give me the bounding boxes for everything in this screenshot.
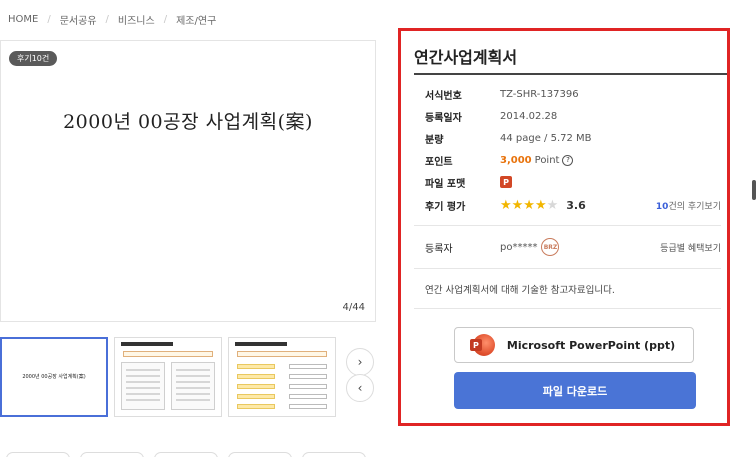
info-value: P xyxy=(500,176,512,188)
review-link-label: 건의 후기보기 xyxy=(668,201,721,212)
info-value: po***** BRZ xyxy=(500,238,560,256)
scrollbar-thumb[interactable] xyxy=(752,180,756,200)
thumbnail-title: 2000년 00공장 사업계획(案) xyxy=(22,374,86,380)
powerpoint-app-icon: P xyxy=(469,334,495,356)
tag-pill[interactable] xyxy=(154,452,218,457)
thumbnail-page-1[interactable]: 2000년 00공장 사업계획(案) xyxy=(0,337,108,417)
download-button[interactable]: 파일 다운로드 xyxy=(454,372,696,409)
breadcrumb-business[interactable]: 비즈니스 xyxy=(118,12,155,27)
section-divider xyxy=(414,268,721,269)
grade-badge-icon: BRZ xyxy=(541,238,560,256)
info-value: ★★★★★ 3.6 xyxy=(500,198,586,213)
breadcrumb-separator: / xyxy=(47,14,51,25)
view-reviews-link[interactable]: 10건의 후기보기 xyxy=(656,199,721,212)
breadcrumb: HOME / 문서공유 / 비즈니스 / 제조/연구 xyxy=(8,12,216,27)
info-value: 2014.02.28 xyxy=(500,110,558,122)
section-divider xyxy=(414,308,721,309)
info-label: 서식번호 xyxy=(425,90,462,102)
section-divider xyxy=(414,225,721,226)
info-row-points: 포인트 3,000 Point ? xyxy=(425,152,721,168)
help-icon[interactable]: ? xyxy=(562,154,574,166)
info-row-size: 분량 44 page / 5.72 MB xyxy=(425,130,721,146)
title-divider xyxy=(414,73,727,75)
info-label: 후기 평가 xyxy=(425,201,466,213)
tag-pill[interactable] xyxy=(80,452,144,457)
review-count: 10 xyxy=(655,201,669,212)
breadcrumb-docshare[interactable]: 문서공유 xyxy=(60,12,97,27)
breadcrumb-separator: / xyxy=(105,14,109,25)
preview-document-title: 2000년 00공장 사업계획(案) xyxy=(63,111,313,133)
info-label: 포인트 xyxy=(425,156,453,168)
breadcrumb-manufacturing[interactable]: 제조/연구 xyxy=(176,12,216,27)
app-button-label: Microsoft PowerPoint (ppt) xyxy=(506,338,676,352)
thumbnail-page-3[interactable] xyxy=(228,337,336,417)
point-unit: Point xyxy=(534,154,560,166)
breadcrumb-separator: / xyxy=(163,14,168,25)
info-row-file-format: 파일 포맷 P xyxy=(425,174,721,190)
thumbnail-banner xyxy=(123,351,213,357)
info-value: 44 page / 5.72 MB xyxy=(500,132,592,144)
info-value: 3,000 Point ? xyxy=(500,154,574,166)
thumbnail-column xyxy=(171,362,215,410)
registrant-name: po***** xyxy=(500,241,538,253)
document-description: 연간 사업계획서에 대해 기술한 참고자료입니다. xyxy=(425,285,615,296)
info-value: TZ-SHR-137396 xyxy=(500,88,579,100)
info-row-registered-date: 등록일자 2014.02.28 xyxy=(425,108,721,124)
info-row-registrant: 등록자 po***** BRZ 등급별 혜택보기 xyxy=(425,237,721,257)
star-rating-icon: ★★★★★ xyxy=(500,197,559,213)
info-row-form-number: 서식번호 TZ-SHR-137396 xyxy=(425,86,721,102)
thumbnail-heading xyxy=(235,342,287,346)
info-label: 분량 xyxy=(425,134,444,146)
thumbnail-column xyxy=(121,362,165,410)
info-label: 등록자 xyxy=(425,243,453,255)
breadcrumb-home[interactable]: HOME xyxy=(8,14,38,25)
info-label: 등록일자 xyxy=(425,112,462,124)
info-label: 파일 포맷 xyxy=(425,178,466,190)
thumbnail-banner xyxy=(237,351,327,357)
tag-row xyxy=(6,452,366,457)
thumbnail-page-2[interactable] xyxy=(114,337,222,417)
thumbnail-strip: 2000년 00공장 사업계획(案) xyxy=(0,337,336,417)
document-title: 연간사업계획서 xyxy=(414,48,518,67)
grade-benefit-link[interactable]: 등급별 혜택보기 xyxy=(660,241,721,254)
tag-pill[interactable] xyxy=(6,452,70,457)
thumbnail-prev-button[interactable]: ‹ xyxy=(346,374,374,402)
powerpoint-icon: P xyxy=(500,176,512,188)
thumbnail-next-button[interactable]: › xyxy=(346,348,374,376)
point-amount: 3,000 xyxy=(500,154,532,166)
thumbnail-heading xyxy=(121,342,173,346)
rating-value: 3.6 xyxy=(566,198,586,212)
info-row-rating: 후기 평가 ★★★★★ 3.6 10건의 후기보기 xyxy=(425,197,721,213)
review-count-badge: 후기10건 xyxy=(9,51,58,66)
download-button-label: 파일 다운로드 xyxy=(542,384,608,398)
tag-pill[interactable] xyxy=(228,452,292,457)
tag-pill[interactable] xyxy=(302,452,366,457)
document-info-panel: 연간사업계획서 서식번호 TZ-SHR-137396 등록일자 2014.02.… xyxy=(398,28,730,426)
open-with-powerpoint-button[interactable]: P Microsoft PowerPoint (ppt) xyxy=(454,327,694,363)
document-preview[interactable]: 후기10건 2000년 00공장 사업계획(案) 4/44 xyxy=(0,40,376,322)
page-indicator: 4/44 xyxy=(342,302,365,313)
